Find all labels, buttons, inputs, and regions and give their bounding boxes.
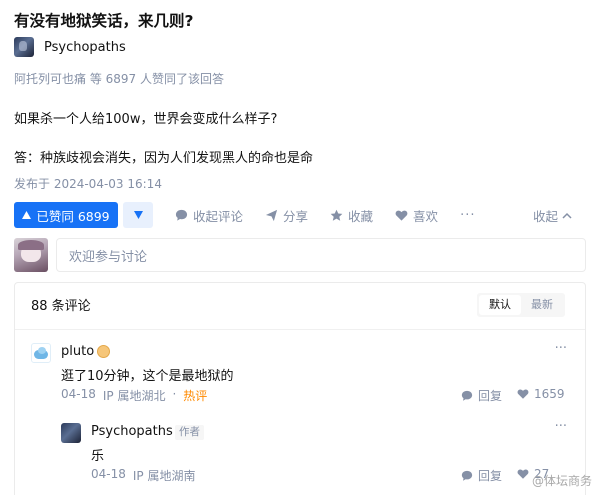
upvote-label: 已赞同 6899 — [36, 208, 110, 224]
reply-label: 回复 — [478, 469, 503, 483]
triangle-up-icon — [22, 211, 32, 219]
triangle-down-icon — [133, 211, 143, 219]
author-avatar[interactable] — [14, 37, 34, 57]
collapse-comments-button[interactable]: 收起评论 — [175, 206, 243, 225]
comment-count: 88 条评论 — [31, 299, 91, 314]
comment-like-count: 1659 — [534, 387, 565, 401]
commenter-name[interactable]: Psychopaths — [91, 424, 173, 439]
comment-location: IP 属地湖北 — [102, 389, 166, 403]
comment-sort-toggle: 默认 最新 — [477, 293, 565, 317]
comment-input[interactable]: 欢迎参与讨论 — [56, 238, 586, 272]
comment-date: 04-18 — [91, 467, 126, 481]
answer-author[interactable]: Psychopaths — [14, 37, 126, 57]
heart-icon — [517, 389, 529, 399]
answer-paragraph: 答：种族歧视会消失，因为人们发现黑人的命也是命 — [14, 151, 314, 166]
divider — [15, 329, 585, 330]
heart-icon — [517, 469, 529, 479]
comment-more-icon[interactable]: ··· — [555, 341, 567, 356]
commenter-avatar[interactable] — [61, 423, 81, 443]
comment-icon — [461, 390, 473, 401]
comment-like-button[interactable]: 1659 — [517, 387, 565, 401]
answer-paragraph: 如果杀一个人给100w，世界会变成什么样子? — [14, 112, 278, 127]
chevron-up-icon — [562, 212, 572, 219]
share-label: 分享 — [283, 208, 309, 224]
reply-label: 回复 — [478, 389, 503, 403]
comment-meta: 04-18 IP 属地湖北 · 热评 — [61, 387, 207, 404]
star-icon — [330, 209, 343, 221]
comment-text: 乐 — [91, 449, 105, 464]
comment-date: 04-18 — [61, 387, 96, 401]
answer-action-bar: 已赞同 6899 收起评论 分享 收藏 喜欢 ··· 收起 — [14, 202, 586, 228]
favorite-label: 收藏 — [348, 208, 374, 224]
sort-default-option[interactable]: 默认 — [479, 295, 521, 315]
question-title[interactable]: 有没有地狱笑话，来几则? — [14, 9, 194, 31]
comment-text: 逛了10分钟，这个是最地狱的 — [61, 369, 234, 384]
agree-summary: 阿托列可也痛 等 6897 人赞同了该回答 — [14, 72, 224, 86]
current-user-avatar — [14, 238, 48, 272]
level-badge-icon — [97, 345, 110, 358]
reply-button[interactable]: 回复 — [461, 387, 502, 404]
commenter-name[interactable]: pluto — [61, 344, 94, 359]
favorite-button[interactable]: 收藏 — [330, 206, 373, 225]
watermark: @体坛商务 — [531, 474, 592, 488]
like-button[interactable]: 喜欢 — [395, 206, 438, 225]
sort-latest-option[interactable]: 最新 — [521, 295, 563, 315]
comment-meta: 04-18 IP 属地湖南 — [91, 467, 195, 484]
reply-button[interactable]: 回复 — [461, 467, 502, 484]
author-tag: 作者 — [175, 425, 204, 440]
comment-action-label: 收起评论 — [193, 208, 244, 224]
commenter-avatar[interactable] — [31, 343, 51, 363]
downvote-button[interactable] — [123, 202, 153, 228]
like-label: 喜欢 — [413, 208, 439, 224]
collapse-answer-button[interactable]: 收起 — [533, 206, 572, 225]
hot-comment-tag: 热评 — [183, 389, 208, 403]
publish-time: 发布于 2024-04-03 16:14 — [14, 177, 162, 191]
share-icon — [265, 209, 278, 221]
comment-icon — [175, 209, 188, 221]
collapse-label: 收起 — [532, 209, 558, 224]
share-button[interactable]: 分享 — [265, 206, 308, 225]
separator: · — [172, 387, 177, 401]
upvote-button[interactable]: 已赞同 6899 — [14, 202, 118, 228]
more-icon[interactable]: ··· — [460, 208, 475, 223]
author-name[interactable]: Psychopaths — [44, 40, 126, 55]
comment-more-icon[interactable]: ··· — [555, 419, 567, 434]
comment-icon — [461, 470, 473, 481]
comment-location: IP 属地湖南 — [132, 469, 196, 483]
heart-icon — [395, 210, 408, 221]
comments-panel: 88 条评论 默认 最新 pluto ··· 逛了10分钟，这个是最地狱的 04… — [14, 282, 586, 495]
